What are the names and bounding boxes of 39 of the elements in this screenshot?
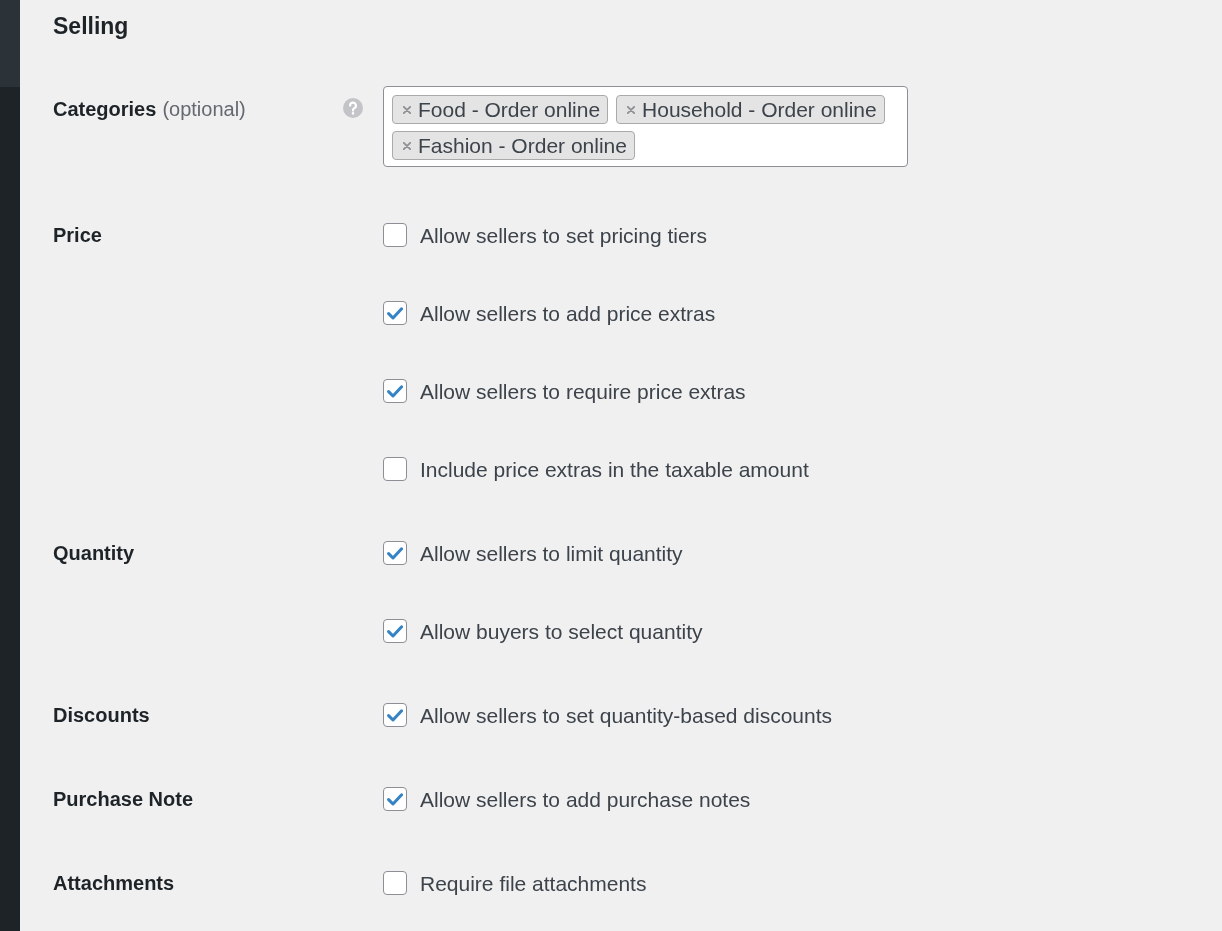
checkbox-label: Include price extras in the taxable amount [420,456,809,482]
field-label: Quantity [53,541,135,565]
checkmark-icon [387,708,403,722]
checkbox[interactable] [383,379,407,403]
checkmark-icon [387,546,403,560]
checkbox-label: Allow sellers to set pricing tiers [420,222,708,248]
help-icon[interactable] [343,98,363,118]
tag-label: Household - Order online [642,97,877,122]
section-heading: Selling [53,12,129,41]
field-label: Discounts [53,703,150,727]
checkbox-label: Allow buyers to select quantity [420,618,703,644]
checkbox[interactable] [383,457,407,481]
checkbox[interactable] [383,787,407,811]
checkmark-icon [387,792,403,806]
checkbox-label: Allow sellers to add price extras [420,300,716,326]
remove-icon[interactable] [403,105,411,114]
category-select-field[interactable]: Food - Order online Household - Order online Fashion - Order online [383,86,908,167]
checkbox-label: Allow sellers to set quantity-based discounts [420,702,833,728]
checkbox-label: Require file attachments [420,870,647,896]
checkmark-icon [387,624,403,638]
remove-icon[interactable] [403,141,411,150]
field-label: Price [53,223,102,247]
checkbox[interactable] [383,871,407,895]
field-label: Purchase Note [53,787,194,811]
checkbox-label: Allow sellers to add purchase notes [420,786,751,812]
checkbox-label: Allow sellers to require price extras [420,378,746,404]
checkbox[interactable] [383,703,407,727]
checkbox[interactable] [383,301,407,325]
checkmark-icon [387,384,403,398]
field-label: Categories (optional) [53,97,246,121]
checkbox[interactable] [383,223,407,247]
checkmark-icon [387,306,403,320]
field-label: Attachments [53,871,175,895]
checkbox[interactable] [383,619,407,643]
checkbox[interactable] [383,541,407,565]
remove-icon[interactable] [627,105,636,114]
tag-label: Fashion - Order online [418,133,627,158]
checkbox-label: Allow sellers to limit quantity [420,540,683,566]
tag-label: Food - Order online [418,97,601,122]
